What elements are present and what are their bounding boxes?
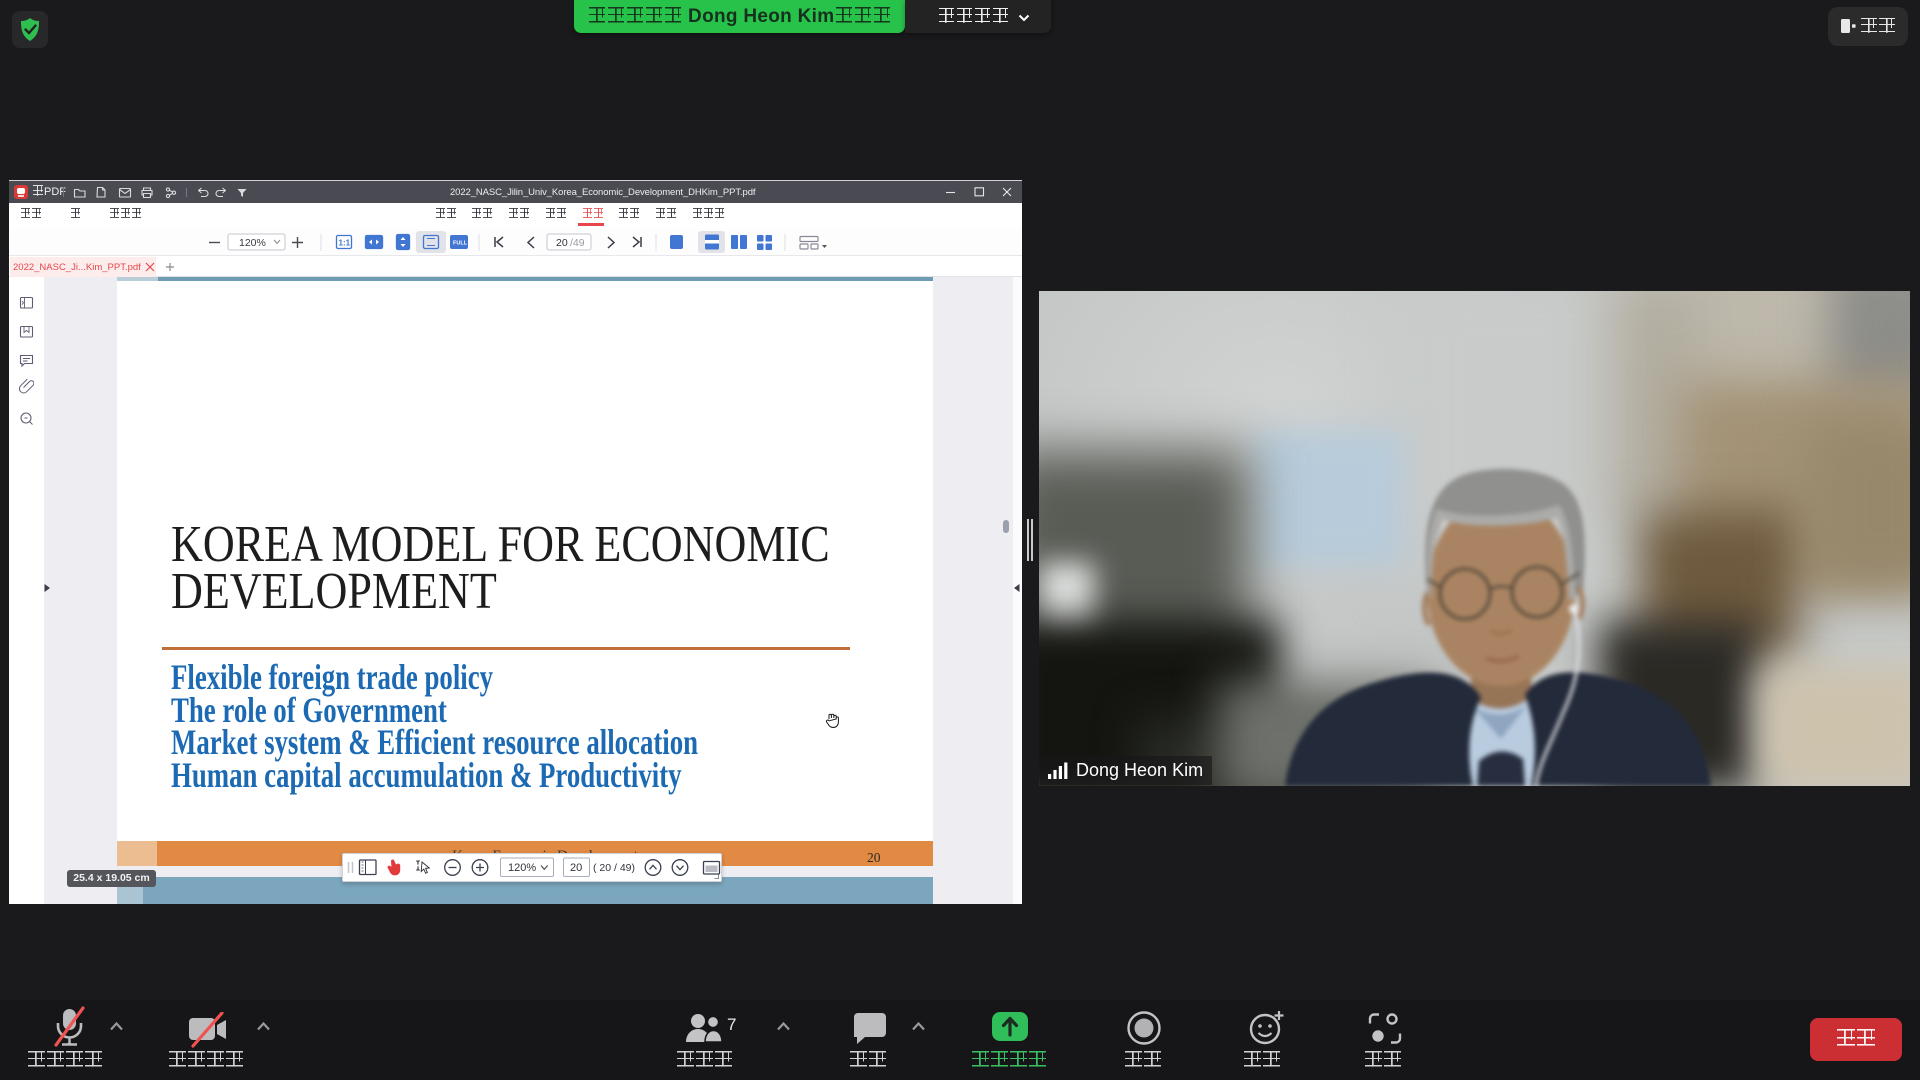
svg-text:FULL: FULL xyxy=(453,241,468,247)
svg-text:20: 20 xyxy=(556,237,568,249)
svg-text:120%: 120% xyxy=(239,237,266,249)
svg-text:/49: /49 xyxy=(570,237,585,249)
svg-text:120%: 120% xyxy=(508,862,536,874)
svg-text:1:1: 1:1 xyxy=(339,239,351,248)
svg-text:( 20 / 49): ( 20 / 49) xyxy=(593,862,635,874)
svg-text:20: 20 xyxy=(570,862,582,874)
